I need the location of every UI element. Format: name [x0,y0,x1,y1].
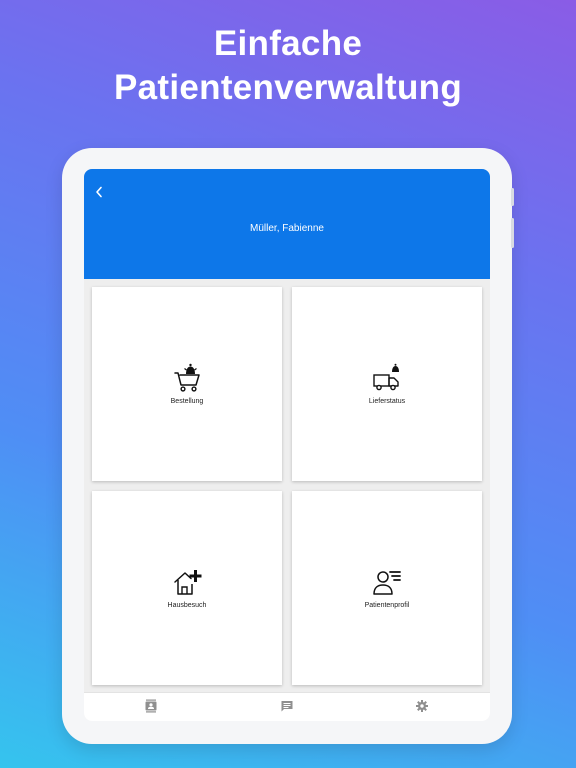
tablet-volume-button [511,218,514,248]
back-button[interactable] [89,182,109,202]
cart-with-bell-icon [174,363,200,392]
bottom-tab-bar [84,692,490,721]
tile-patientenprofil[interactable]: Patientenprofil [292,491,482,685]
headline-line-2: Patientenverwaltung [114,68,462,107]
promo-headline: Einfache Patientenverwaltung [0,22,576,110]
tab-contacts[interactable] [144,699,158,713]
tile-lieferstatus[interactable]: Lieferstatus [292,287,482,481]
tile-label: Bestellung [170,398,204,405]
chat-icon [281,701,293,712]
headline-line-1: Einfache [213,24,363,63]
truck-with-bell-icon [373,363,399,391]
patient-name: Müller, Fabienne [250,223,324,234]
tile-hausbesuch[interactable]: Hausbesuch [92,491,282,685]
person-list-icon [373,571,401,595]
tablet-frame: Müller, Fabienne Bestellung Lieferstatus… [62,148,514,744]
tab-settings[interactable] [415,699,429,713]
tile-label: Lieferstatus [368,398,406,405]
app-header: Müller, Fabienne [84,169,490,279]
tile-bestellung[interactable]: Bestellung [92,287,282,481]
tile-label: Patientenprofil [364,602,410,609]
house-plus-icon [174,570,202,595]
tab-messages[interactable] [280,699,294,713]
app-screen: Müller, Fabienne Bestellung Lieferstatus… [84,169,490,721]
tile-label: Hausbesuch [167,602,207,609]
chevron-left-icon [96,186,102,198]
settings-gear-icon [416,700,428,712]
tablet-side-button [511,188,514,206]
contacts-icon [145,699,157,713]
